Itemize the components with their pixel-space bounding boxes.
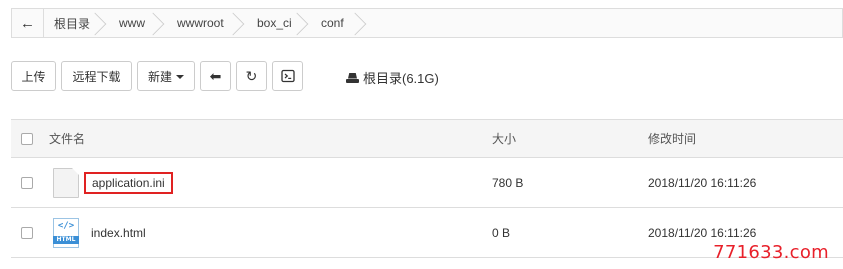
- html-file-icon[interactable]: </> HTML: [53, 217, 79, 248]
- disk-label: 根目录(6.1G): [363, 71, 439, 86]
- breadcrumb-item-box-ci[interactable]: box_ci: [245, 9, 309, 37]
- back-button[interactable]: ⬅: [200, 61, 231, 91]
- file-name-link[interactable]: index.html: [91, 226, 146, 240]
- new-button[interactable]: 新建: [137, 61, 195, 91]
- refresh-icon: ↻: [245, 67, 258, 84]
- disk-info: 根目录(6.1G): [346, 68, 439, 87]
- breadcrumb: ← 根目录 www wwwroot box_ci conf: [11, 8, 843, 38]
- column-header-size[interactable]: 大小: [492, 130, 516, 147]
- select-all-checkbox[interactable]: [21, 132, 33, 145]
- file-table: 文件名 大小 修改时间 application.ini 780 B 2018/1…: [11, 119, 843, 258]
- caret-down-icon: [176, 75, 184, 79]
- hard-drive-icon: [346, 72, 359, 83]
- column-header-name[interactable]: 文件名: [49, 130, 85, 147]
- back-arrow-icon: ⬅: [209, 67, 222, 84]
- watermark: 771633.com: [713, 242, 829, 263]
- file-modified-time: 2018/11/20 16:11:26: [648, 225, 757, 240]
- upload-button[interactable]: 上传: [11, 61, 56, 91]
- row-checkbox[interactable]: [21, 176, 33, 189]
- file-size: 0 B: [492, 225, 511, 240]
- toolbar: 上传 远程下载 新建 ⬅ ↻: [11, 61, 308, 91]
- html-icon-tag: HTML: [53, 235, 79, 244]
- column-header-modified[interactable]: 修改时间: [648, 130, 696, 147]
- table-row[interactable]: application.ini 780 B 2018/11/20 16:11:2…: [11, 158, 843, 208]
- refresh-button[interactable]: ↻: [236, 61, 267, 91]
- file-name-link[interactable]: application.ini: [84, 171, 173, 194]
- breadcrumb-item-wwwroot[interactable]: wwwroot: [165, 9, 245, 37]
- file-modified-time: 2018/11/20 16:11:26: [648, 175, 757, 190]
- terminal-button[interactable]: [272, 61, 303, 91]
- back-arrow-icon[interactable]: ←: [12, 9, 44, 37]
- table-header: 文件名 大小 修改时间: [11, 120, 843, 158]
- breadcrumb-item-www[interactable]: www: [107, 9, 165, 37]
- new-button-label: 新建: [147, 69, 172, 84]
- breadcrumb-item-conf[interactable]: conf: [309, 9, 367, 37]
- file-size: 780 B: [492, 175, 524, 190]
- breadcrumb-item-root[interactable]: 根目录: [44, 9, 107, 37]
- terminal-icon: [280, 69, 295, 83]
- html-icon-code: </>: [57, 220, 75, 231]
- remote-download-button[interactable]: 远程下载: [61, 61, 132, 91]
- row-checkbox[interactable]: [21, 226, 33, 239]
- blank-file-icon[interactable]: [53, 167, 79, 198]
